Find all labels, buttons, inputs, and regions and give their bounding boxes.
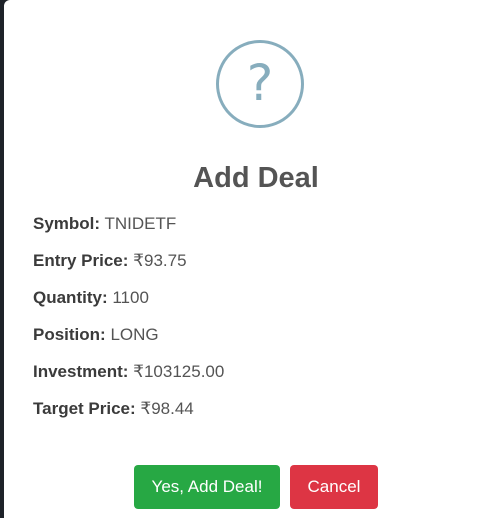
detail-value: 1100 [112,288,149,307]
detail-label: Symbol: [33,214,101,233]
detail-label: Position: [33,325,106,344]
confirm-add-deal-button[interactable]: Yes, Add Deal! [134,465,280,509]
detail-row-investment: Investment: ₹103125.00 [33,358,224,395]
add-deal-dialog: ? Add Deal Symbol: TNIDETF Entry Price: … [4,0,504,518]
detail-label: Target Price: [33,399,136,418]
deal-details: Symbol: TNIDETF Entry Price: ₹93.75 Quan… [33,210,224,432]
question-mark-glyph: ? [246,54,274,112]
detail-row-symbol: Symbol: TNIDETF [33,210,224,247]
detail-value: LONG [110,325,159,344]
detail-row-position: Position: LONG [33,321,224,358]
detail-label: Entry Price: [33,251,129,270]
dialog-title: Add Deal [193,162,319,194]
cancel-button[interactable]: Cancel [290,465,378,509]
detail-value: ₹93.75 [133,251,187,270]
question-mark-icon: ? [216,40,304,128]
detail-value: ₹98.44 [140,399,194,418]
detail-row-entry-price: Entry Price: ₹93.75 [33,247,224,284]
detail-value: ₹103125.00 [133,362,225,381]
detail-value: TNIDETF [104,214,177,233]
detail-label: Investment: [33,362,129,381]
detail-row-quantity: Quantity: 1100 [33,284,224,321]
dialog-actions: Yes, Add Deal! Cancel [0,465,504,509]
detail-row-target-price: Target Price: ₹98.44 [33,395,224,432]
detail-label: Quantity: [33,288,108,307]
